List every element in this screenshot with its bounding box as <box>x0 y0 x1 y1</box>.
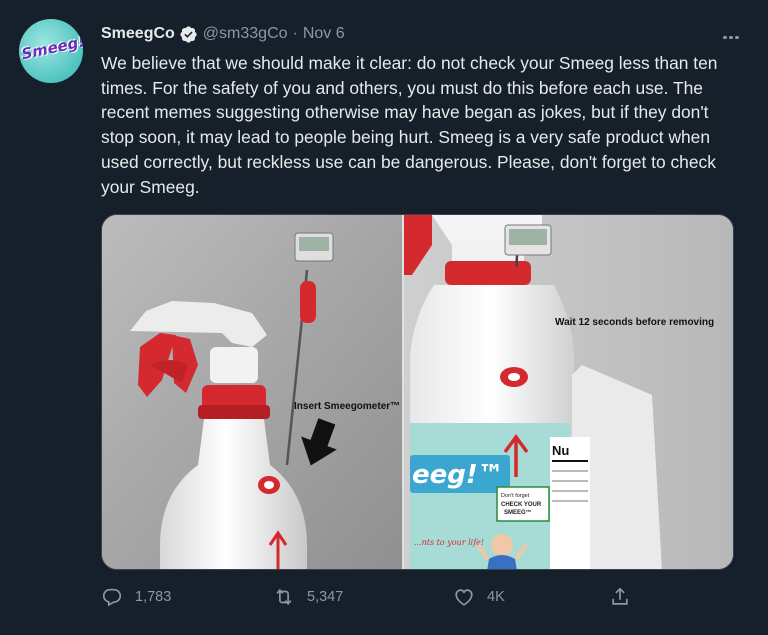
svg-text:SMEEG™: SMEEG™ <box>504 509 532 516</box>
header-separator: · <box>292 25 298 42</box>
author-name[interactable]: SmeegCo <box>101 25 175 43</box>
left-panel: Insert Smeegometer™ <box>102 215 403 569</box>
share-button[interactable] <box>609 586 643 608</box>
more-options-icon[interactable] <box>723 26 743 42</box>
label-tagline: ...nts to your life! <box>414 538 484 547</box>
reply-button[interactable]: 1,783 <box>101 586 171 608</box>
right-panel: eeg!™ Don't forget CHECK YOUR SMEEG™ ...… <box>404 215 733 569</box>
retweet-icon <box>276 588 292 606</box>
retweet-button[interactable]: 5,347 <box>273 586 343 608</box>
avatar-logo-text: Smeeg! <box>19 32 83 64</box>
share-icon <box>612 587 628 605</box>
reply-icon <box>102 588 122 607</box>
verified-badge-icon <box>180 25 197 43</box>
like-button[interactable]: 4K <box>453 586 505 608</box>
tweet-date[interactable]: Nov 6 <box>303 25 345 43</box>
tweet-card[interactable]: Smeeg! SmeegCo @sm33gCo · Nov 6 We belie… <box>0 0 768 635</box>
svg-text:CHECK YOUR: CHECK YOUR <box>501 502 542 508</box>
svg-text:Don't forget: Don't forget <box>501 493 530 499</box>
reply-count: 1,783 <box>135 589 172 605</box>
right-caption: Wait 12 seconds before removing <box>555 317 714 328</box>
nutrition-text: Nu <box>552 443 569 458</box>
action-bar: 1,783 5,347 4K <box>101 586 741 612</box>
tweet-text: We believe that we should make it clear:… <box>101 53 718 197</box>
label-logo: eeg!™ <box>412 460 504 490</box>
heart-icon <box>455 589 473 606</box>
like-count: 4K <box>487 589 505 605</box>
tweet-header: SmeegCo @sm33gCo · Nov 6 <box>101 22 345 46</box>
tweet-media[interactable]: Insert Smeegometer™ eeg!™ Don't forget C… <box>101 214 734 570</box>
author-handle[interactable]: @sm33gCo <box>203 25 288 43</box>
avatar[interactable]: Smeeg! <box>19 19 83 83</box>
retweet-count: 5,347 <box>307 589 344 605</box>
left-caption: Insert Smeegometer™ <box>294 401 400 412</box>
media-image: Insert Smeegometer™ eeg!™ Don't forget C… <box>102 215 733 569</box>
